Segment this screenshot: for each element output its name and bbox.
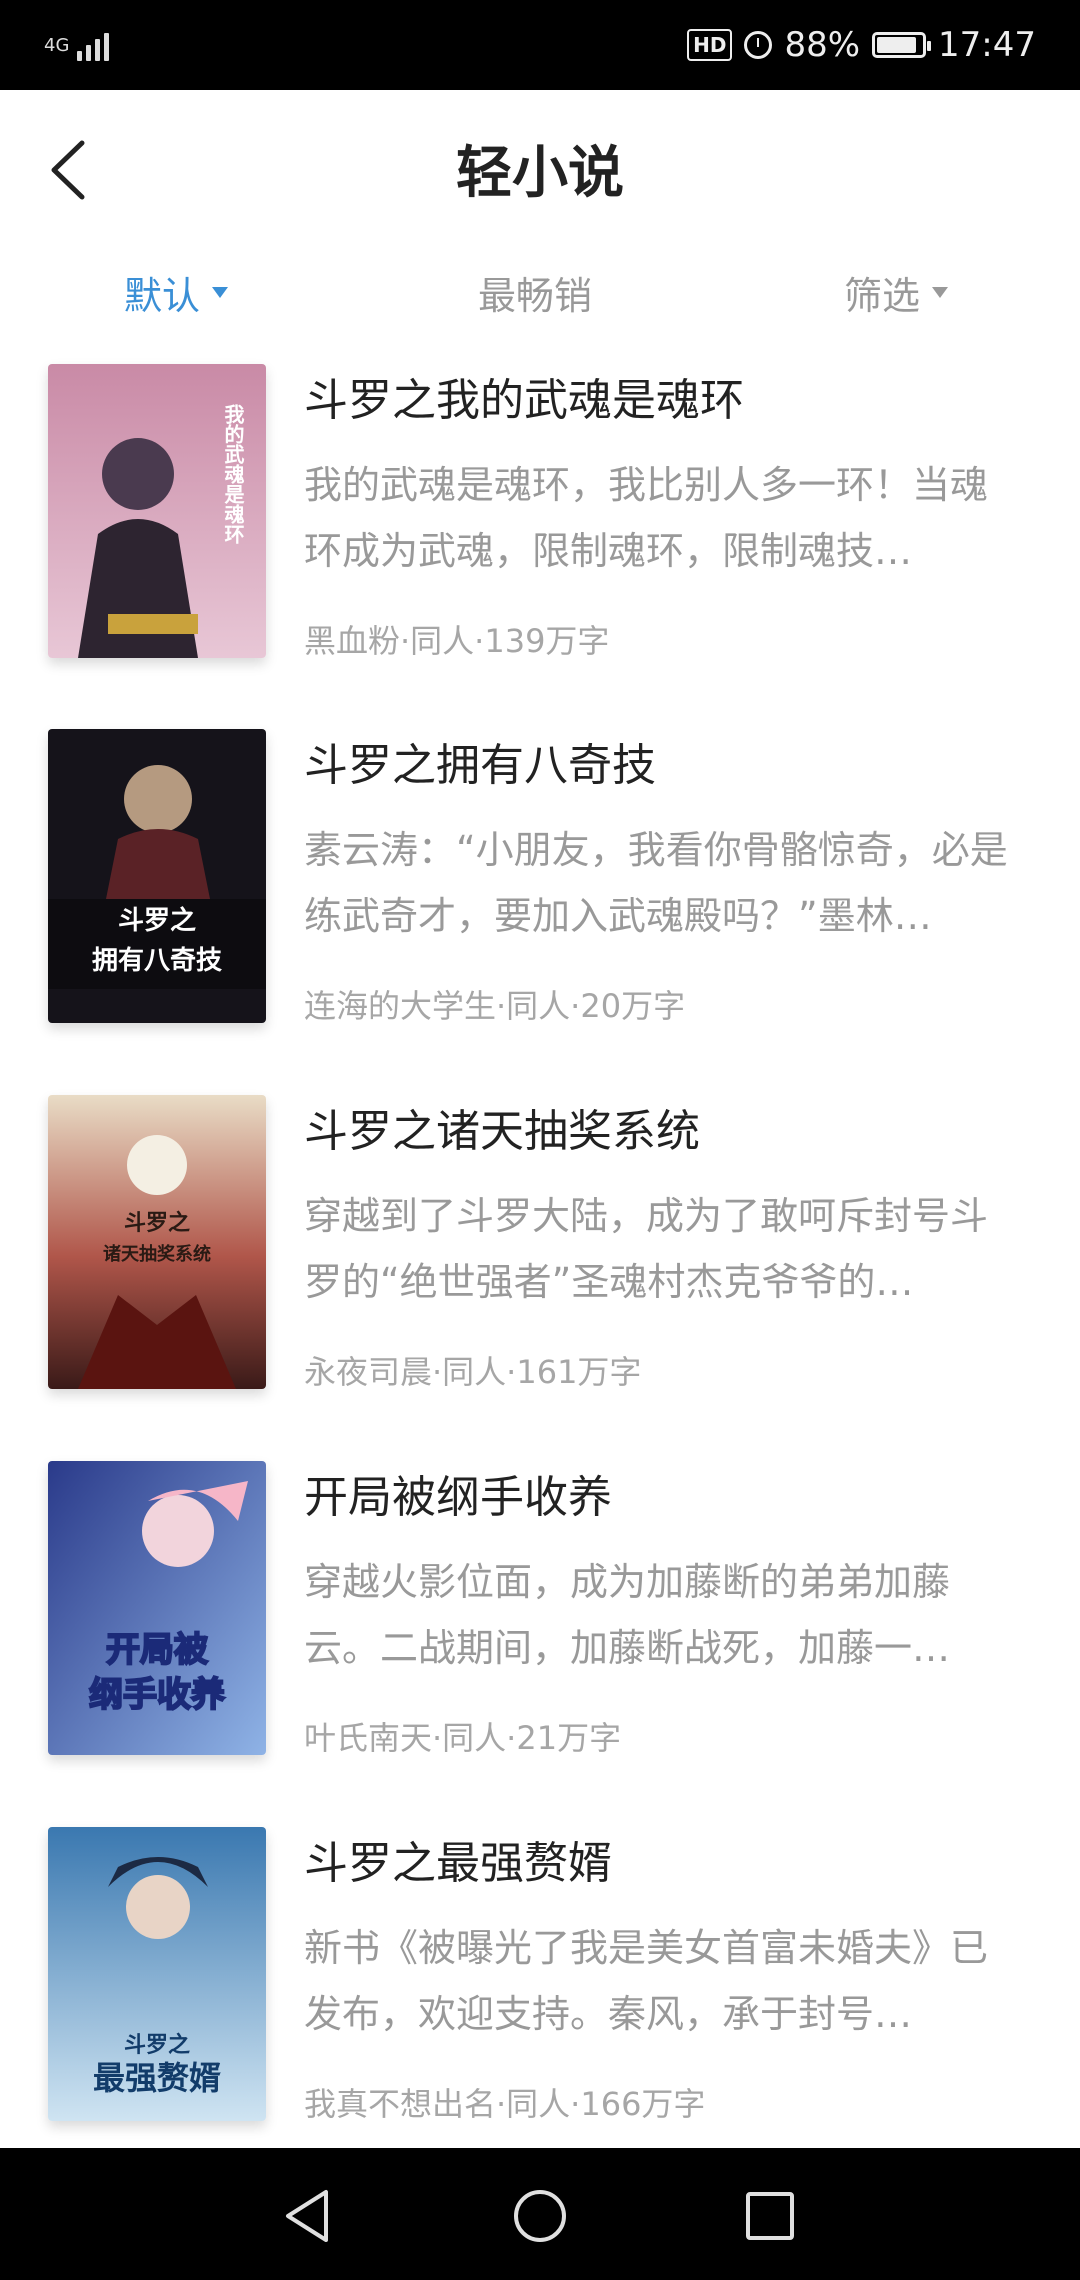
nav-back-button[interactable] bbox=[276, 2186, 340, 2246]
hd-badge: HD bbox=[687, 29, 733, 61]
book-item[interactable]: 斗罗之 诸天抽奖系统 斗罗之诸天抽奖系统 穿越到了斗罗大陆，成为了敢呵斥封号斗罗… bbox=[0, 1095, 1080, 1395]
book-cover: 斗罗之 诸天抽奖系统 bbox=[48, 1095, 266, 1389]
network-indicator: 4G bbox=[44, 29, 110, 61]
tab-bestseller[interactable]: 最畅销 bbox=[478, 265, 592, 320]
svg-text:诸天抽奖系统: 诸天抽奖系统 bbox=[103, 1243, 211, 1265]
book-meta: 我真不想出名·同人·166万字 bbox=[304, 2085, 706, 2123]
book-cover: 开局被 纲手收养 bbox=[48, 1461, 266, 1755]
book-meta: 黑血粉·同人·139万字 bbox=[304, 622, 610, 660]
book-meta: 连海的大学生·同人·20万字 bbox=[304, 987, 686, 1025]
battery-icon bbox=[872, 32, 932, 58]
book-title: 斗罗之我的武魂是魂环 bbox=[304, 375, 744, 426]
book-description: 穿越火影位面，成为加藤断的弟弟加藤云。二战期间，加藤断战死，加藤一… bbox=[304, 1560, 951, 1670]
book-description: 新书《被曝光了我是美女首富未婚夫》已发布，欢迎支持。秦风，承于封号… bbox=[304, 1926, 989, 2036]
book-cover: 斗罗之 最强赘婿 bbox=[48, 1827, 266, 2121]
svg-text:最强赘婿: 最强赘婿 bbox=[93, 2059, 221, 2097]
book-meta: 叶氏南天·同人·21万字 bbox=[304, 1719, 622, 1757]
book-description: 穿越到了斗罗大陆，成为了敢呵斥封号斗罗的“绝世强者”圣魂村杰克爷爷的… bbox=[304, 1194, 989, 1304]
signal-icon bbox=[77, 29, 110, 61]
book-item[interactable]: 斗罗之 最强赘婿 斗罗之最强赘婿 新书《被曝光了我是美女首富未婚夫》已发布，欢迎… bbox=[0, 1827, 1080, 2127]
book-item[interactable]: 我的武魂是魂环 斗罗之我的武魂是魂环 我的武魂是魂环，我比别人多一环！当魂环成为… bbox=[0, 364, 1080, 664]
cover-title: 我的武魂是魂环 bbox=[221, 404, 245, 544]
nav-home-button[interactable] bbox=[508, 2186, 572, 2246]
book-title: 斗罗之诸天抽奖系统 bbox=[304, 1106, 700, 1157]
book-description: 我的武魂是魂环，我比别人多一环！当魂环成为武魂，限制魂环，限制魂技… bbox=[304, 463, 989, 573]
battery-percent: 88% bbox=[784, 25, 861, 65]
book-description: 素云涛：“小朋友，我看你骨骼惊奇，必是练武奇才，要加入武魂殿吗？”墨林… bbox=[304, 828, 1008, 938]
alarm-icon bbox=[744, 31, 773, 59]
svg-text:斗罗之: 斗罗之 bbox=[124, 1210, 190, 1236]
tab-filter[interactable]: 筛选 bbox=[844, 265, 949, 320]
page-title: 轻小说 bbox=[456, 140, 624, 206]
book-title: 开局被纲手收养 bbox=[304, 1472, 612, 1523]
svg-text:开局被: 开局被 bbox=[106, 1630, 208, 1670]
circle-home-icon bbox=[514, 2190, 566, 2242]
book-cover: 斗罗之 拥有八奇技 bbox=[48, 729, 266, 1023]
triangle-back-icon bbox=[286, 2190, 328, 2242]
app-header: 轻小说 bbox=[0, 90, 1080, 240]
svg-text:斗罗之: 斗罗之 bbox=[118, 905, 196, 936]
svg-text:拥有八奇技: 拥有八奇技 bbox=[92, 946, 222, 976]
book-item[interactable]: 开局被 纲手收养 开局被纲手收养 穿越火影位面，成为加藤断的弟弟加藤云。二战期间… bbox=[0, 1461, 1080, 1761]
system-nav-bar bbox=[0, 2148, 1080, 2280]
square-recents-icon bbox=[746, 2192, 794, 2240]
nav-recents-button[interactable] bbox=[738, 2186, 802, 2246]
caret-down-icon bbox=[932, 287, 949, 298]
svg-text:纲手收养: 纲手收养 bbox=[89, 1675, 225, 1715]
status-bar: 4G HD 88% 17:47 bbox=[0, 0, 1080, 90]
tab-default[interactable]: 默认 bbox=[124, 265, 229, 320]
book-title: 斗罗之拥有八奇技 bbox=[304, 740, 656, 791]
svg-text:斗罗之: 斗罗之 bbox=[124, 2032, 190, 2058]
filter-tabs: 默认 最畅销 筛选 bbox=[0, 255, 1080, 335]
tab-label: 最畅销 bbox=[478, 274, 593, 318]
book-title: 斗罗之最强赘婿 bbox=[304, 1838, 612, 1889]
caret-down-icon bbox=[212, 287, 229, 298]
network-type: 4G bbox=[44, 34, 70, 56]
book-item[interactable]: 斗罗之 拥有八奇技 斗罗之拥有八奇技 素云涛：“小朋友，我看你骨骼惊奇，必是练武… bbox=[0, 729, 1080, 1029]
tab-label: 默认 bbox=[124, 274, 201, 318]
book-meta: 永夜司晨·同人·161万字 bbox=[304, 1353, 642, 1391]
clock: 17:47 bbox=[938, 25, 1036, 65]
book-cover: 我的武魂是魂环 bbox=[48, 364, 266, 658]
tab-label: 筛选 bbox=[844, 274, 921, 318]
